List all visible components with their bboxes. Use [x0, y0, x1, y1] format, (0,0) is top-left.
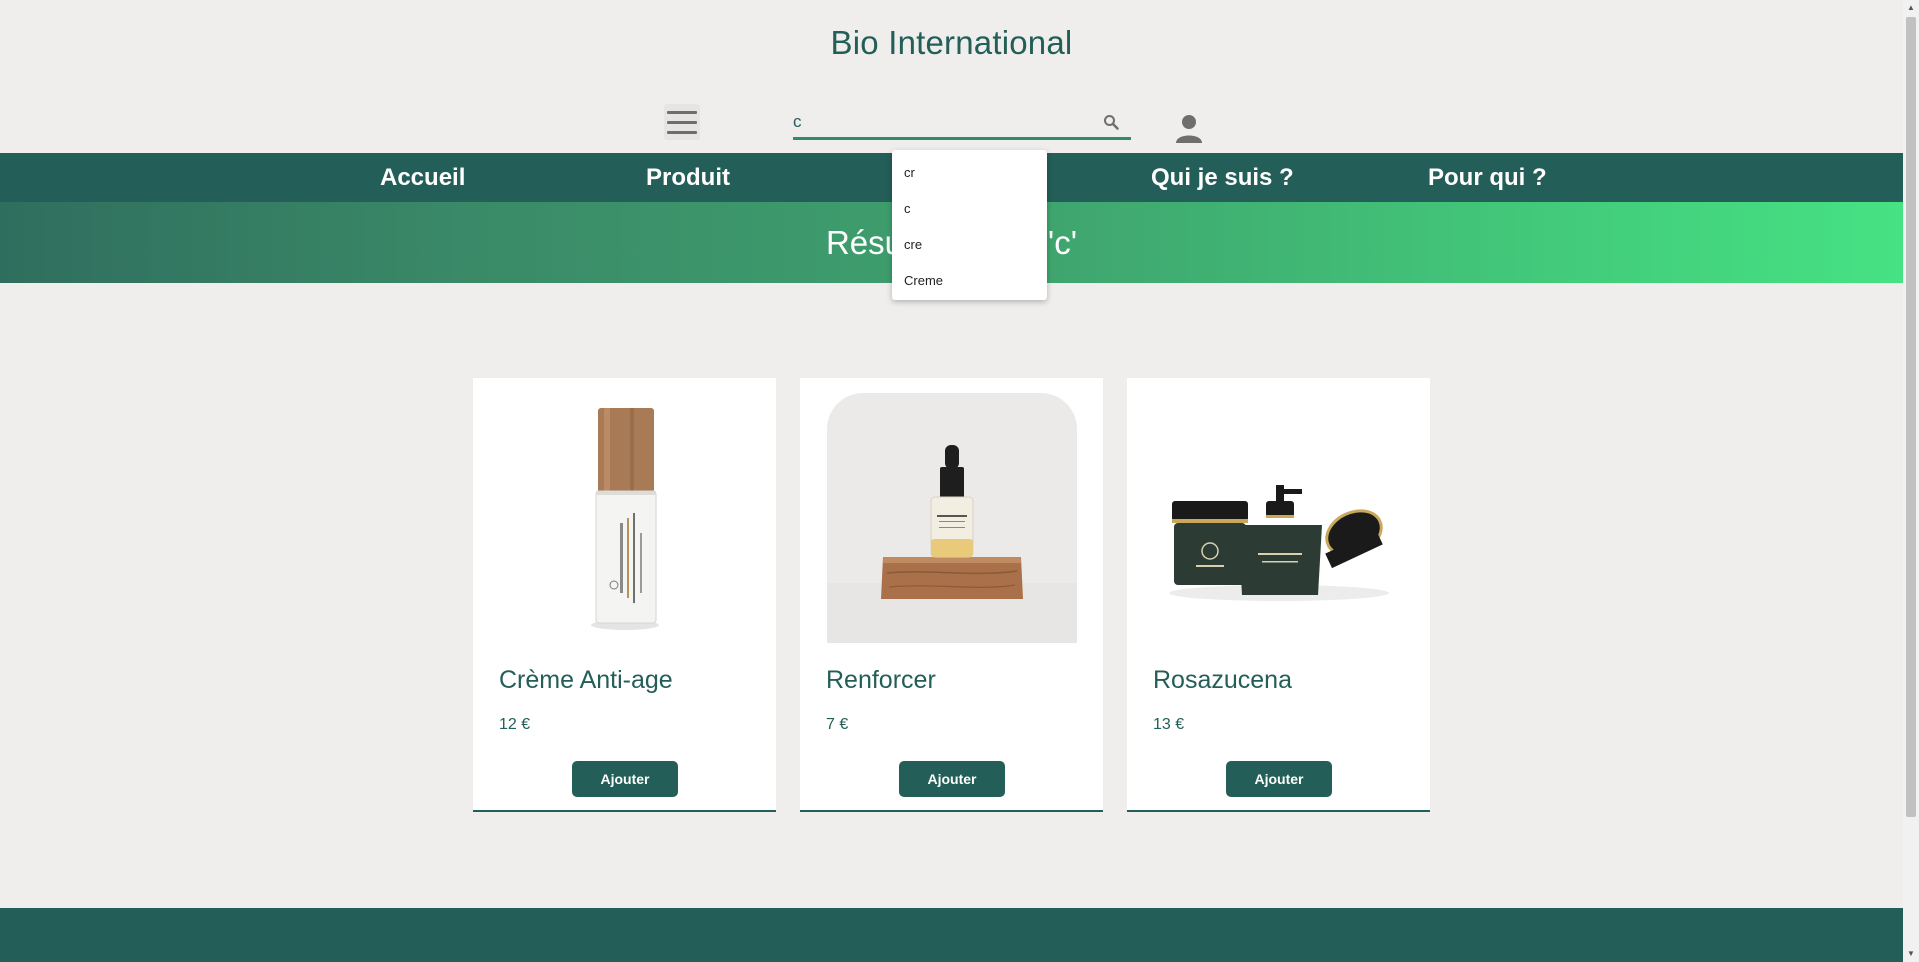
- product-name[interactable]: Renforcer: [826, 666, 936, 695]
- footer: [0, 908, 1903, 962]
- search-icon[interactable]: [1099, 110, 1123, 134]
- autocomplete-dropdown: cr c cre Creme: [892, 150, 1047, 300]
- add-to-cart-button[interactable]: Ajouter: [572, 761, 678, 797]
- menu-bar: [667, 120, 697, 124]
- menu-bar: [667, 130, 697, 134]
- suggestion-item[interactable]: cre: [892, 227, 1047, 263]
- product-card: Crème Anti-age 12 € Ajouter: [473, 378, 776, 812]
- nav-item-qui-je-suis[interactable]: Qui je suis ?: [1151, 153, 1294, 202]
- suggestion-item[interactable]: cr: [892, 155, 1047, 191]
- add-to-cart-button[interactable]: Ajouter: [1226, 761, 1332, 797]
- nav-item-pour-qui[interactable]: Pour qui ?: [1428, 153, 1547, 202]
- user-icon[interactable]: [1175, 114, 1203, 144]
- scroll-down-arrow-icon[interactable]: ▼: [1903, 946, 1919, 962]
- product-name[interactable]: Crème Anti-age: [499, 666, 673, 695]
- vertical-scrollbar[interactable]: ▲ ▼: [1903, 0, 1919, 962]
- search-input[interactable]: [793, 110, 1083, 134]
- product-image-cream-jars[interactable]: [1154, 393, 1404, 643]
- product-image-serum-bottle[interactable]: [500, 393, 750, 643]
- menu-bar: [667, 110, 697, 114]
- nav-item-accueil[interactable]: Accueil: [380, 153, 465, 202]
- product-image-dropper-bottle[interactable]: [827, 393, 1077, 643]
- nav-item-produit[interactable]: Produit: [646, 153, 730, 202]
- suggestion-item[interactable]: c: [892, 191, 1047, 227]
- product-name[interactable]: Rosazucena: [1153, 666, 1292, 695]
- scroll-up-arrow-icon[interactable]: ▲: [1903, 0, 1919, 16]
- product-price: 13 €: [1153, 716, 1185, 733]
- site-title: Bio International: [830, 24, 1073, 61]
- hamburger-menu-icon[interactable]: [664, 104, 700, 140]
- scroll-thumb[interactable]: [1906, 17, 1916, 817]
- product-price: 12 €: [499, 716, 531, 733]
- product-card: Rosazucena 13 € Ajouter: [1127, 378, 1430, 812]
- suggestion-item[interactable]: Creme: [892, 263, 1047, 299]
- add-to-cart-button[interactable]: Ajouter: [899, 761, 1005, 797]
- product-price: 7 €: [826, 716, 849, 733]
- product-card: Renforcer 7 € Ajouter: [800, 378, 1103, 812]
- search-bar: [793, 104, 1131, 140]
